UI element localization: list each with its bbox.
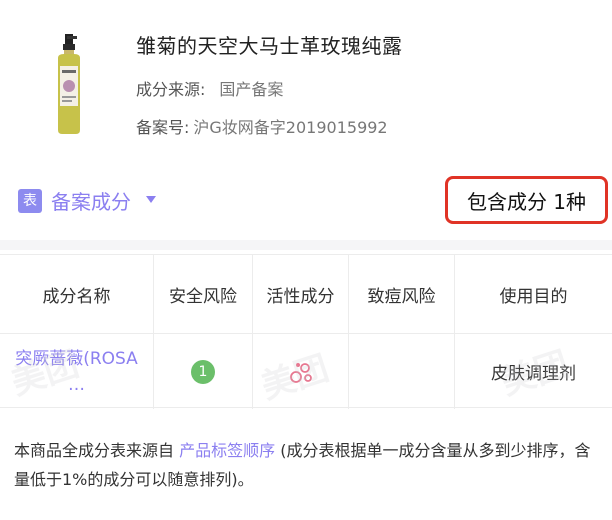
label-order-link[interactable]: 产品标签顺序 xyxy=(179,441,275,460)
registration-row: 备案号: 沪G妆网备字2019015992 xyxy=(136,114,388,138)
registration-label: 备案号: xyxy=(136,118,190,137)
active-ingredient-cell xyxy=(253,334,349,409)
section-title-dropdown[interactable]: 备案成分 xyxy=(51,186,131,215)
ingredient-section-header: 表 备案成分 包含成分 1种 xyxy=(0,172,612,230)
header-purpose: 使用目的 xyxy=(499,286,568,307)
safety-risk-badge: 1 xyxy=(191,359,215,384)
table-header-row: 成分名称 安全风险 活性成分 致痘风险 使用目的 xyxy=(0,255,612,333)
ingredient-name-cell[interactable]: 突厥蔷薇(ROSA … xyxy=(0,334,154,409)
header-acne-risk: 致痘风险 xyxy=(349,255,455,333)
safety-risk-cell: 1 xyxy=(154,334,253,409)
product-title: 雏菊的天空大马士革玫瑰纯露 xyxy=(136,34,403,58)
source-label: 成分来源: xyxy=(136,80,206,99)
active-ingredient-icon xyxy=(289,362,312,383)
ingredient-count: 包含成分 1种 xyxy=(445,176,608,224)
ingredient-name-ellipsis: … xyxy=(68,374,85,395)
purpose-cell: 皮肤调理剂 xyxy=(491,364,576,384)
header-name: 成分名称 xyxy=(0,255,154,333)
source-note: 本商品全成分表来源自 产品标签顺序 (成分表根据单一成分含量从多到少排序，含量低… xyxy=(14,436,604,494)
source-row: 成分来源: 国产备案 xyxy=(136,76,283,100)
header-active-ingredient: 活性成分 xyxy=(253,255,349,333)
section-divider xyxy=(0,240,612,250)
registration-number: 沪G妆网备字2019015992 xyxy=(193,118,388,137)
header-safety-risk: 安全风险 xyxy=(154,255,253,333)
product-info: 雏菊的天空大马士革玫瑰纯露 成分来源: 国产备案 备案号: 沪G妆网备字201901… xyxy=(0,0,612,160)
source-value: 国产备案 xyxy=(219,80,284,99)
ingredient-table: 成分名称 安全风险 活性成分 致痘风险 使用目的 突厥蔷薇(ROSA … 1 皮… xyxy=(0,254,612,409)
note-prefix: 本商品全成分表来源自 xyxy=(14,441,180,460)
acne-risk-cell xyxy=(349,334,455,409)
spray-bottle-image xyxy=(58,34,80,134)
table-row[interactable]: 突厥蔷薇(ROSA … 1 皮肤调理剂 xyxy=(0,333,612,409)
caret-down-icon[interactable] xyxy=(146,196,156,203)
ingredient-name[interactable]: 突厥蔷薇(ROSA xyxy=(15,346,138,372)
table-tag-icon: 表 xyxy=(18,189,42,213)
